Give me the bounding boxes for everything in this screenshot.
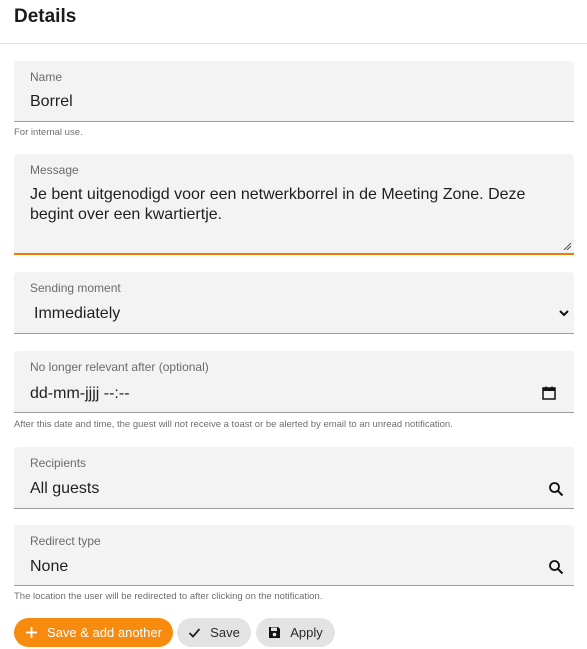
save-label: Save bbox=[210, 625, 240, 640]
search-icon[interactable] bbox=[548, 559, 564, 575]
message-textarea[interactable]: Message Je bent uitgenodigd voor een net… bbox=[14, 154, 574, 255]
name-value[interactable]: Borrel bbox=[30, 93, 73, 111]
save-and-add-another-label: Save & add another bbox=[47, 625, 162, 640]
redirect-type-label: Redirect type bbox=[30, 534, 101, 548]
message-label: Message bbox=[30, 163, 79, 177]
resize-grip-icon[interactable] bbox=[563, 242, 571, 250]
name-field[interactable]: Name Borrel bbox=[14, 61, 574, 122]
expiry-hint: After this date and time, the guest will… bbox=[14, 419, 453, 430]
recipients-value[interactable]: All guests bbox=[30, 480, 99, 498]
plus-icon bbox=[26, 627, 38, 638]
recipients-field[interactable]: Recipients All guests bbox=[14, 447, 574, 509]
save-button[interactable]: Save bbox=[177, 618, 251, 647]
redirect-type-field[interactable]: Redirect type None bbox=[14, 525, 574, 586]
check-icon bbox=[189, 628, 201, 638]
expiry-input[interactable]: dd-mm-jjjj --:-- bbox=[30, 385, 130, 403]
message-value[interactable]: Je bent uitgenodigd voor een netwerkborr… bbox=[30, 185, 550, 225]
name-hint: For internal use. bbox=[14, 127, 83, 138]
chevron-down-icon[interactable] bbox=[558, 307, 570, 319]
sending-moment-value[interactable]: Immediately bbox=[34, 305, 120, 323]
recipients-label: Recipients bbox=[30, 456, 87, 470]
save-and-add-another-button[interactable]: Save & add another bbox=[14, 618, 173, 647]
section-header: Details bbox=[0, 0, 587, 44]
search-icon[interactable] bbox=[548, 481, 564, 497]
calendar-icon[interactable] bbox=[542, 386, 556, 400]
redirect-type-value[interactable]: None bbox=[30, 558, 68, 576]
expiry-label: No longer relevant after (optional) bbox=[30, 360, 209, 374]
apply-label: Apply bbox=[290, 625, 323, 640]
sending-moment-select[interactable]: Sending moment Immediately bbox=[14, 272, 574, 334]
sending-moment-label: Sending moment bbox=[30, 281, 121, 295]
redirect-type-hint: The location the user will be redirected… bbox=[14, 591, 323, 602]
floppy-disk-icon bbox=[269, 627, 281, 638]
expiry-datetime-field[interactable]: No longer relevant after (optional) dd-m… bbox=[14, 351, 574, 413]
apply-button[interactable]: Apply bbox=[256, 618, 335, 647]
name-label: Name bbox=[30, 70, 63, 84]
page-title: Details bbox=[14, 6, 77, 27]
